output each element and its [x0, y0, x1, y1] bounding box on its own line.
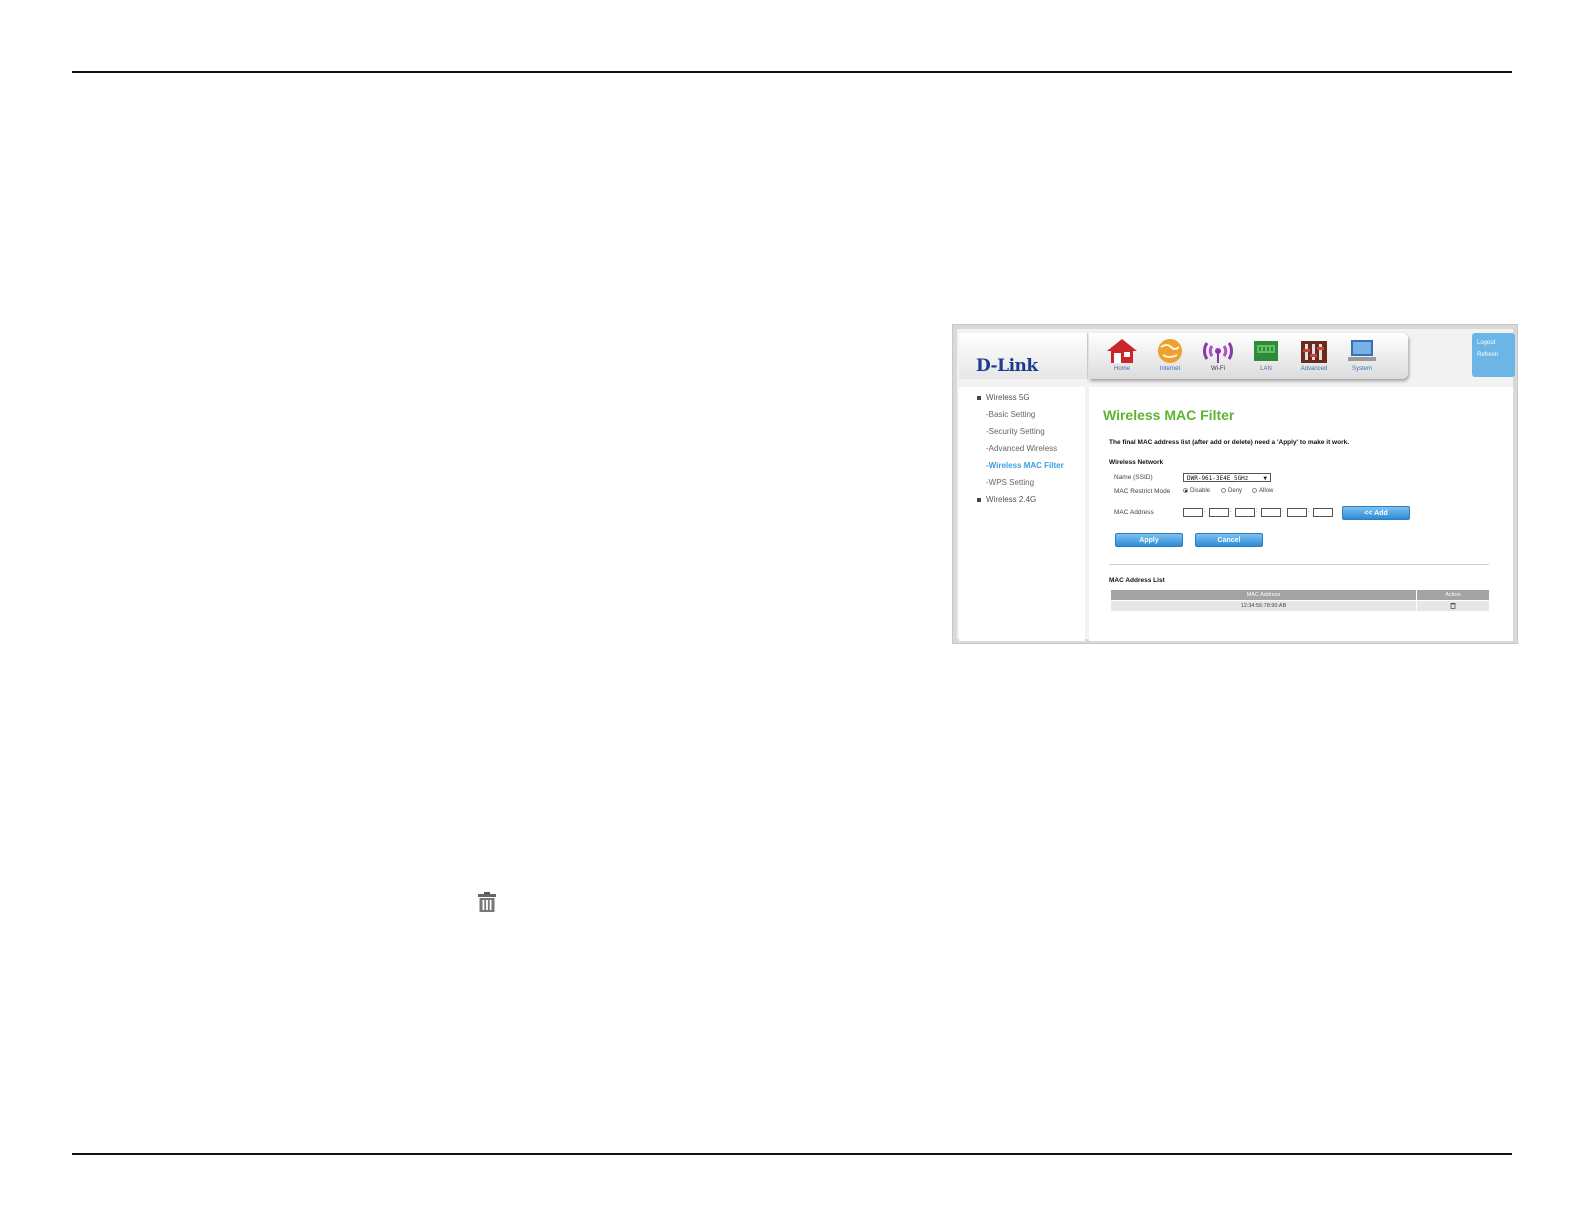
apply-notice: The final MAC address list (after add or…: [1109, 439, 1350, 446]
mac-address-label: MAC Address: [1114, 509, 1154, 516]
cancel-button[interactable]: Cancel: [1195, 533, 1263, 547]
table-row: 12:34:56:78:90:AB: [1110, 600, 1490, 612]
router-ui-screenshot: D-Link Home Internet Wi-Fi LAN Advanced …: [952, 324, 1518, 644]
mac-separator: :: [1230, 508, 1232, 514]
mac-list-title: MAC Address List: [1109, 577, 1165, 584]
mac-separator: :: [1204, 508, 1206, 514]
ssid-label: Name (SSID): [1114, 474, 1153, 481]
sidebar-item-wps-setting[interactable]: -WPS Setting: [986, 478, 1034, 487]
logout-link[interactable]: Logout: [1477, 340, 1495, 346]
page-title: Wireless MAC Filter: [1103, 407, 1235, 423]
sidebar-item-advanced-wireless[interactable]: -Advanced Wireless: [986, 444, 1057, 453]
ssid-select[interactable]: DWR-961-3E4E_5GHz ▼: [1183, 473, 1271, 482]
radio-deny[interactable]: Deny: [1221, 488, 1242, 494]
wifi-icon: [1202, 342, 1234, 363]
dlink-logo: D-Link: [976, 356, 1038, 376]
table-header-row: MAC Address Action: [1110, 589, 1490, 601]
mac-separator: :: [1282, 508, 1284, 514]
sidebar-group-wireless-5g[interactable]: Wireless 5G: [977, 393, 1030, 402]
sidebar-item-security-setting[interactable]: -Security Setting: [986, 427, 1045, 436]
mac-cell: 12:34:56:78:90:AB: [1110, 600, 1417, 612]
delete-row-button[interactable]: [1416, 600, 1490, 612]
mac-address-table: MAC Address Action 12:34:56:78:90:AB: [1110, 589, 1490, 612]
top-nav: Home Internet Wi-Fi LAN Advanced System: [1089, 333, 1408, 379]
nav-wifi[interactable]: Wi-Fi: [1195, 337, 1241, 377]
restrict-mode-label: MAC Restrict Mode: [1114, 488, 1171, 495]
trash-icon: [1450, 602, 1456, 609]
mac-octet-input-5[interactable]: [1287, 508, 1307, 517]
nav-advanced[interactable]: Advanced: [1291, 337, 1337, 377]
radio-allow[interactable]: Allow: [1252, 488, 1273, 494]
account-links: Logout Refresh: [1472, 333, 1515, 377]
sidebar-group-wireless-24g[interactable]: Wireless 2.4G: [977, 495, 1036, 504]
main-content: Wireless MAC Filter The final MAC addres…: [1089, 387, 1513, 641]
lan-icon: [1254, 341, 1278, 361]
bottom-rule: [72, 1153, 1512, 1155]
apply-button[interactable]: Apply: [1115, 533, 1183, 547]
nav-home[interactable]: Home: [1099, 337, 1145, 377]
column-header-mac: MAC Address: [1110, 589, 1417, 601]
mac-separator: :: [1256, 508, 1258, 514]
mac-separator: :: [1308, 508, 1310, 514]
globe-icon: [1158, 339, 1182, 363]
nav-lan[interactable]: LAN: [1243, 337, 1289, 377]
ssid-value: DWR-961-3E4E_5GHz: [1187, 475, 1249, 482]
bullet-icon: [977, 395, 981, 400]
top-rule: [72, 71, 1512, 73]
bullet-icon: [977, 497, 981, 502]
system-icon: [1348, 340, 1376, 361]
refresh-link[interactable]: Refresh: [1477, 352, 1498, 358]
sidebar-item-wireless-mac-filter[interactable]: -Wireless MAC Filter: [986, 461, 1064, 470]
column-header-action: Action: [1416, 589, 1490, 601]
mac-octet-input-4[interactable]: [1261, 508, 1281, 517]
logo-area: D-Link: [959, 333, 1088, 379]
mac-octet-input-2[interactable]: [1209, 508, 1229, 517]
sidebar: Wireless 5G -Basic Setting -Security Set…: [959, 387, 1085, 641]
radio-button[interactable]: [1221, 488, 1226, 493]
nav-internet[interactable]: Internet: [1147, 337, 1193, 377]
radio-disable[interactable]: Disable: [1183, 488, 1210, 494]
mac-octet-input-3[interactable]: [1235, 508, 1255, 517]
sidebar-item-basic-setting[interactable]: -Basic Setting: [986, 410, 1035, 419]
advanced-icon: [1301, 341, 1327, 363]
mac-octet-input-6[interactable]: [1313, 508, 1333, 517]
trash-icon: [478, 892, 496, 912]
mac-octet-input-1[interactable]: [1183, 508, 1203, 517]
chevron-down-icon: ▼: [1263, 475, 1267, 482]
divider: [1109, 564, 1489, 565]
add-mac-button[interactable]: << Add: [1342, 506, 1410, 520]
home-icon: [1107, 339, 1137, 363]
nav-system[interactable]: System: [1339, 337, 1385, 377]
section-title: Wireless Network: [1109, 459, 1164, 466]
radio-button-checked[interactable]: [1183, 488, 1188, 493]
radio-button[interactable]: [1252, 488, 1257, 493]
